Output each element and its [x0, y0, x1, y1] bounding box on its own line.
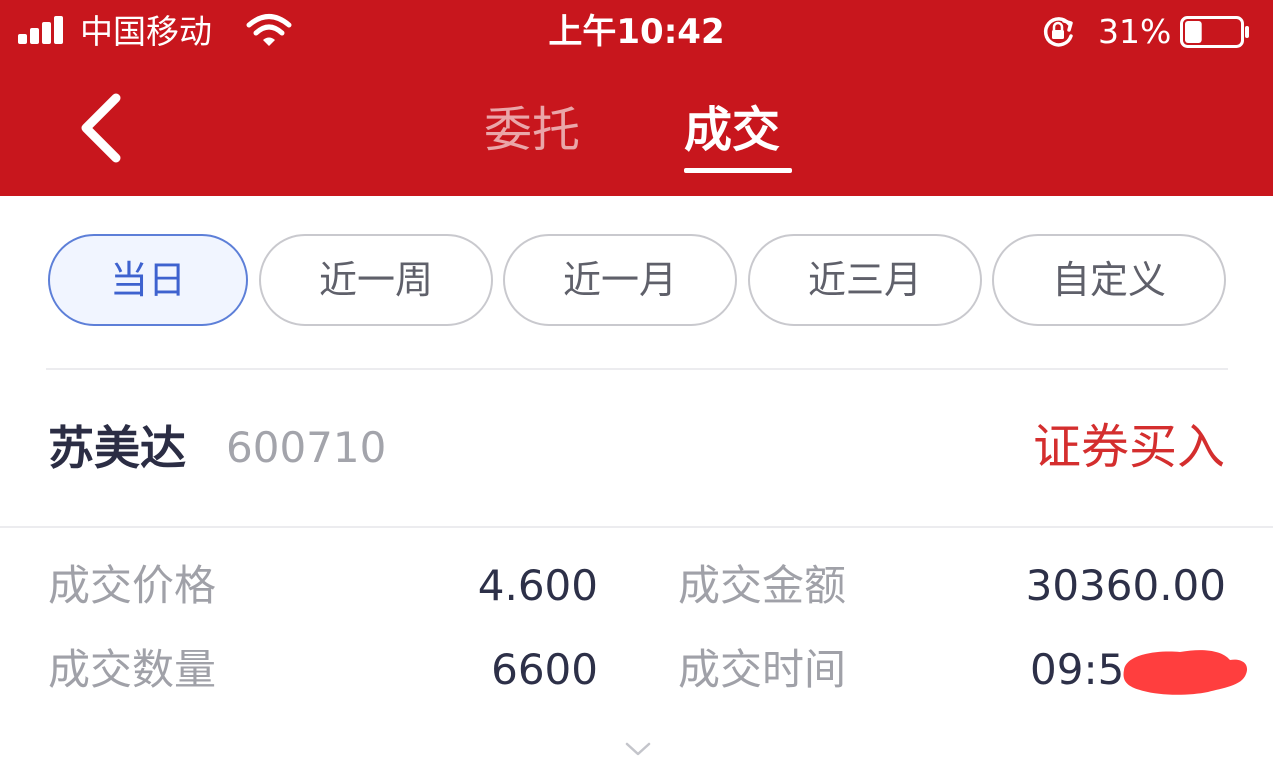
- price-value: 4.600: [477, 561, 598, 610]
- stock-name: 苏美达: [48, 421, 186, 475]
- status-bar: 中国移动 上午10:42 31%: [0, 0, 1273, 64]
- amount-label: 成交金额: [678, 561, 847, 610]
- time-label: 成交时间: [678, 645, 847, 694]
- redaction-mark: [1123, 650, 1248, 695]
- filter-today-button[interactable]: 当日: [48, 234, 248, 326]
- filter-three-months-button[interactable]: 近三月: [748, 234, 982, 326]
- divider: [0, 526, 1273, 528]
- price-label: 成交价格: [48, 561, 217, 610]
- chevron-left-icon: [81, 93, 121, 163]
- battery-percent: 31%: [1098, 12, 1172, 51]
- battery-icon: [1180, 16, 1249, 48]
- tab-deal[interactable]: 成交: [684, 100, 780, 160]
- time-value: 09:5: [1030, 645, 1125, 694]
- filter-month-button[interactable]: 近一月: [503, 234, 737, 326]
- date-filter-row: 当日 近一周 近一月 近三月 自定义: [0, 234, 1273, 332]
- chevron-down-icon: [625, 742, 651, 756]
- amount-value: 30360.00: [1025, 561, 1226, 610]
- back-button[interactable]: [72, 92, 132, 164]
- stock-header: 苏美达 600710 证券买入: [0, 370, 1273, 526]
- nav-bar: 委托 成交: [0, 64, 1273, 196]
- status-time: 上午10:42: [548, 12, 725, 52]
- orientation-lock-icon: [1043, 17, 1073, 47]
- app-header: 中国移动 上午10:42 31% 委托 成交: [0, 0, 1273, 196]
- quantity-value: 6600: [491, 645, 598, 694]
- trade-type: 证券买入: [1032, 419, 1225, 475]
- filter-week-button[interactable]: 近一周: [259, 234, 493, 326]
- filter-custom-button[interactable]: 自定义: [992, 234, 1226, 326]
- tab-entrust[interactable]: 委托: [484, 100, 580, 160]
- active-tab-indicator: [684, 168, 792, 173]
- stock-code: 600710: [226, 423, 387, 472]
- expand-button[interactable]: [624, 740, 652, 758]
- quantity-label: 成交数量: [48, 645, 217, 694]
